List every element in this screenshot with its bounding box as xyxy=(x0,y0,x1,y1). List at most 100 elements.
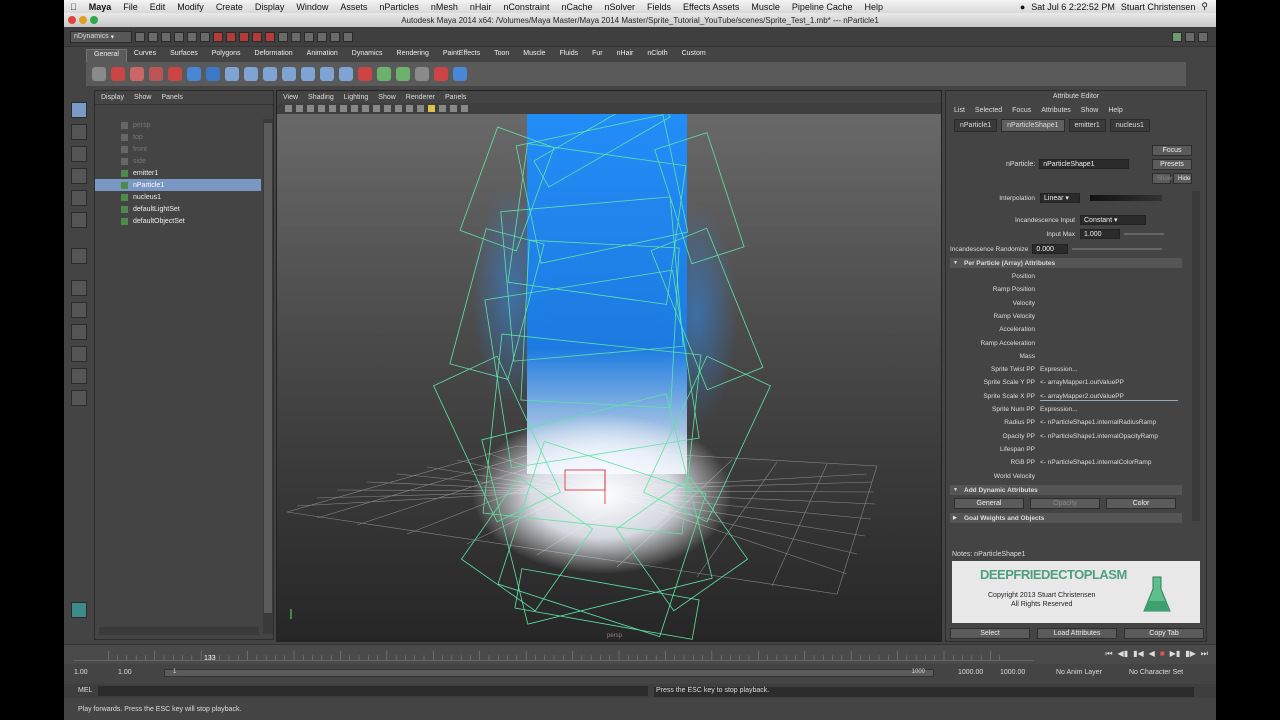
outliner-scrollbar[interactable] xyxy=(263,119,273,634)
add-dynamic-general-button[interactable]: General xyxy=(954,498,1024,509)
go-to-end-icon[interactable]: ⏭ xyxy=(1201,649,1208,659)
render-settings-icon[interactable] xyxy=(343,31,353,42)
ncloth-icon[interactable] xyxy=(377,67,391,81)
outliner-item[interactable]: emitter1 xyxy=(95,167,261,179)
clock[interactable]: Sat Jul 6 2:22:52 PM xyxy=(1031,2,1115,12)
textured-icon[interactable] xyxy=(417,105,424,112)
interpolation-select[interactable]: Linear ▾ xyxy=(1040,193,1080,203)
playback-start-field[interactable]: 1.00 xyxy=(118,669,132,676)
end-time-field[interactable]: 1000.00 xyxy=(1000,669,1025,676)
film-gate-icon[interactable] xyxy=(340,105,347,112)
per-particle-section[interactable]: Per Particle (Array) Attributes xyxy=(950,258,1182,268)
field-drag-icon[interactable] xyxy=(244,67,258,81)
menu-nconstraint[interactable]: nConstraint xyxy=(497,2,555,12)
mel-label[interactable]: MEL xyxy=(78,687,92,694)
shelf-tab-polygons[interactable]: Polygons xyxy=(205,49,248,62)
menu-edit[interactable]: Edit xyxy=(144,2,172,12)
close-window-button[interactable] xyxy=(68,16,76,24)
outliner-hscrollbar[interactable] xyxy=(99,627,259,635)
go-to-start-icon[interactable]: ⏮ xyxy=(1105,649,1112,659)
minimize-window-button[interactable] xyxy=(79,16,87,24)
mask-icon[interactable] xyxy=(252,31,262,42)
hide-button[interactable]: Hide xyxy=(1173,173,1192,184)
viewport-menu-view[interactable]: View xyxy=(283,94,298,101)
select-button[interactable]: Select xyxy=(950,628,1030,639)
mask-icon[interactable] xyxy=(239,31,249,42)
select-object-icon[interactable] xyxy=(187,31,197,42)
outliner-item[interactable]: nucleus1 xyxy=(95,191,261,203)
per-particle-connection[interactable]: <- nParticleShape1.internalRadiusRamp xyxy=(1040,419,1178,426)
select-tool-icon[interactable] xyxy=(71,102,87,118)
menu-display[interactable]: Display xyxy=(249,2,291,12)
move-tool-icon[interactable] xyxy=(71,168,87,184)
presets-button[interactable]: Presets xyxy=(1152,159,1192,170)
camera-attributes-icon[interactable] xyxy=(296,105,303,112)
grid-icon[interactable] xyxy=(329,105,336,112)
menu-nparticles[interactable]: nParticles xyxy=(373,2,425,12)
per-particle-connection[interactable]: <- nParticleShape1.internalColorRamp xyxy=(1040,459,1178,466)
focus-button[interactable]: Focus xyxy=(1152,145,1192,156)
attr-menu-attributes[interactable]: Attributes xyxy=(1041,107,1071,114)
shelf-tab-ncloth[interactable]: nCloth xyxy=(640,49,674,62)
layout-single-icon[interactable] xyxy=(71,280,87,296)
bookmark-icon[interactable] xyxy=(307,105,314,112)
shelf-tab-dynamics[interactable]: Dynamics xyxy=(345,49,390,62)
input-max-field[interactable]: 1.000 xyxy=(1080,229,1120,239)
mask-icon[interactable] xyxy=(226,31,236,42)
node-tab-nucleus1[interactable]: nucleus1 xyxy=(1109,118,1150,132)
field-uniform-icon[interactable] xyxy=(339,67,353,81)
menu-create[interactable]: Create xyxy=(210,2,249,12)
select-component-icon[interactable] xyxy=(200,31,210,42)
node-tab-nparticle1[interactable]: nParticle1 xyxy=(954,118,998,132)
snap-point-icon[interactable] xyxy=(304,31,314,42)
nucleus-icon[interactable] xyxy=(187,67,201,81)
step-forward-key-icon[interactable]: ▮▶ xyxy=(1185,649,1196,659)
open-scene-icon[interactable] xyxy=(148,31,158,42)
step-back-key-icon[interactable]: ◀▮ xyxy=(1118,649,1129,659)
time-slider[interactable]: 133 ⏮ ◀▮ ▮◀ ◀ ■ ▶▮ ▮▶ ⏭ xyxy=(64,644,1216,664)
viewport-menu-shading[interactable]: Shading xyxy=(308,94,334,101)
attribute-mapper-icon[interactable] xyxy=(453,67,467,81)
snap-grid-icon[interactable] xyxy=(278,31,288,42)
add-dynamic-color-button[interactable]: Color xyxy=(1106,498,1176,509)
last-tool-icon[interactable] xyxy=(71,248,87,264)
notes-field[interactable]: DEEPFRIEDECTOPLASM Copyright 2013 Stuart… xyxy=(952,561,1200,623)
isolate-icon[interactable] xyxy=(461,105,468,112)
outliner-item[interactable]: top xyxy=(95,131,261,143)
ramp-swatch[interactable] xyxy=(1090,195,1162,201)
dynamic-attributes-section[interactable]: Add Dynamic Attributes xyxy=(950,485,1182,495)
attr-menu-show[interactable]: Show xyxy=(1081,107,1099,114)
xray-icon[interactable] xyxy=(450,105,457,112)
copy-tab-button[interactable]: Copy Tab xyxy=(1124,628,1204,639)
perspective-viewport[interactable]: View Shading Lighting Show Renderer Panels xyxy=(276,90,942,642)
per-particle-connection[interactable]: <- arrayMapper2.outValuePP xyxy=(1040,393,1178,401)
input-max-slider[interactable] xyxy=(1124,233,1164,235)
render-icon[interactable] xyxy=(317,31,327,42)
command-input[interactable] xyxy=(98,686,648,696)
emit-from-object-icon[interactable] xyxy=(130,67,144,81)
grow-icon[interactable] xyxy=(71,602,87,618)
randomize-slider[interactable] xyxy=(1072,248,1163,250)
field-newton-icon[interactable] xyxy=(282,67,296,81)
show-attribute-editor-icon[interactable] xyxy=(1172,31,1182,42)
incandescence-randomize-field[interactable]: 0.000 xyxy=(1032,244,1069,254)
show-button[interactable]: Show xyxy=(1152,173,1172,184)
outliner-item[interactable]: nParticle1 xyxy=(95,179,261,191)
mask-icon[interactable] xyxy=(213,31,223,42)
character-set-select[interactable]: No Character Set xyxy=(1129,669,1183,676)
add-dynamic-opacity-button[interactable]: Opacity xyxy=(1030,498,1100,509)
stop-playback-icon[interactable]: ■ xyxy=(1160,649,1165,659)
shelf-tab-fluids[interactable]: Fluids xyxy=(552,49,585,62)
outliner-item[interactable]: front xyxy=(95,143,261,155)
rotate-tool-icon[interactable] xyxy=(71,190,87,206)
gate-mask-icon[interactable] xyxy=(362,105,369,112)
attr-menu-help[interactable]: Help xyxy=(1108,107,1122,114)
show-channel-box-icon[interactable] xyxy=(1198,31,1208,42)
layout-outliner-icon[interactable] xyxy=(71,346,87,362)
attr-menu-selected[interactable]: Selected xyxy=(975,107,1002,114)
layout-hypershade-icon[interactable] xyxy=(71,390,87,406)
mask-icon[interactable] xyxy=(265,31,275,42)
viewport-menu-show[interactable]: Show xyxy=(378,94,396,101)
shelf-tab-fur[interactable]: Fur xyxy=(585,49,610,62)
ipr-render-icon[interactable] xyxy=(330,31,340,42)
